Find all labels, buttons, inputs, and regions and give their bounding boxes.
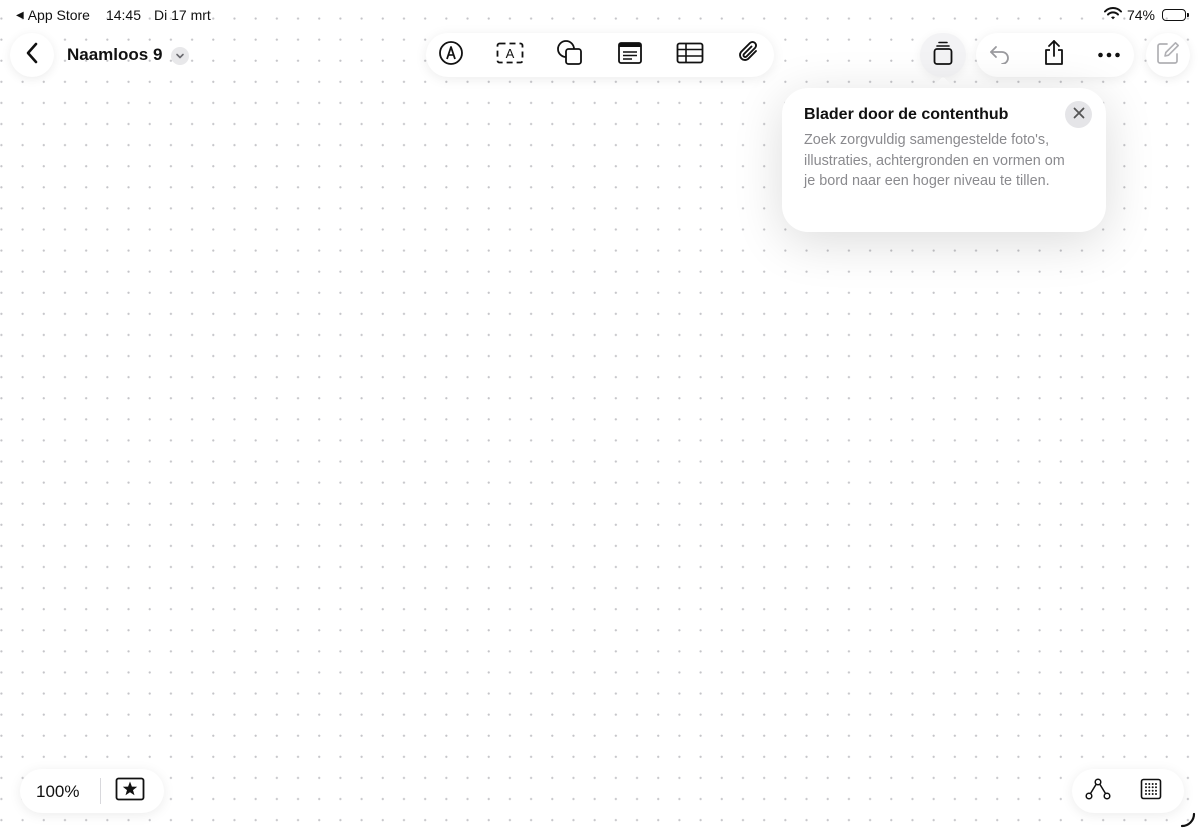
connector-icon [1085, 777, 1111, 805]
status-time: 14:45 [105, 7, 142, 23]
pen-icon [438, 40, 464, 71]
sticky-note-button[interactable] [616, 41, 644, 69]
zoom-level-button[interactable]: 100% [36, 782, 79, 802]
table-icon [676, 42, 704, 69]
title-menu-button[interactable] [171, 47, 189, 65]
sticky-note-icon [617, 41, 643, 70]
grid-icon [1140, 778, 1162, 805]
back-button[interactable] [10, 33, 54, 77]
status-bar: ◀ App Store 14:45 Di 17 mrt 74% [0, 0, 1200, 30]
attachment-icon [737, 40, 761, 71]
svg-text:A: A [506, 46, 515, 61]
document-title[interactable]: Naamloos 9 [67, 45, 162, 65]
text-box-icon: A [496, 42, 524, 69]
more-button[interactable] [1095, 41, 1123, 69]
insert-toolbar: A [426, 33, 774, 77]
share-button[interactable] [1040, 39, 1068, 72]
canvas-controls [1072, 769, 1184, 813]
share-icon [1042, 39, 1066, 72]
status-right: 74% [1103, 7, 1189, 23]
favorites-button[interactable] [115, 777, 145, 806]
back-chevron-icon [25, 42, 39, 69]
actions-toolbar [976, 33, 1134, 77]
tip-close-button[interactable] [1065, 101, 1092, 128]
tip-title: Blader door de contenthub [804, 106, 1009, 123]
undo-button[interactable] [986, 41, 1014, 69]
text-box-button[interactable]: A [496, 41, 524, 69]
attachment-button[interactable] [735, 40, 763, 71]
shapes-icon [556, 39, 584, 72]
compose-icon [1156, 41, 1180, 70]
battery-icon [1162, 9, 1189, 21]
favorites-star-icon [115, 777, 145, 806]
table-button[interactable] [676, 41, 704, 69]
more-icon [1097, 46, 1121, 64]
status-date: Di 17 mrt [154, 7, 211, 23]
content-hub-icon [932, 40, 954, 71]
close-icon [1073, 106, 1085, 124]
pen-tool-button[interactable] [437, 40, 465, 71]
status-left: ◀ App Store 14:45 Di 17 mrt [16, 7, 211, 23]
wifi-icon [1103, 7, 1122, 23]
title-chevron-down-icon [175, 47, 185, 65]
battery-percent: 74% [1126, 7, 1155, 23]
grid-button[interactable] [1137, 777, 1165, 805]
resize-corner-icon [1180, 812, 1196, 828]
undo-icon [988, 42, 1012, 69]
tip-body: Zoek zorgvuldig samengestelde foto's, il… [804, 132, 1065, 189]
zoom-divider [100, 778, 101, 804]
content-hub-tip: Blader door de contenthub Zoek zorgvuldi… [782, 88, 1106, 232]
back-triangle-icon[interactable]: ◀ [16, 10, 24, 21]
zoom-control: 100% [20, 769, 164, 813]
compose-button[interactable] [1146, 33, 1190, 77]
back-app-label[interactable]: App Store [28, 7, 90, 23]
shapes-button[interactable] [556, 39, 584, 72]
connector-button[interactable] [1084, 777, 1112, 805]
content-hub-button[interactable] [920, 33, 966, 77]
